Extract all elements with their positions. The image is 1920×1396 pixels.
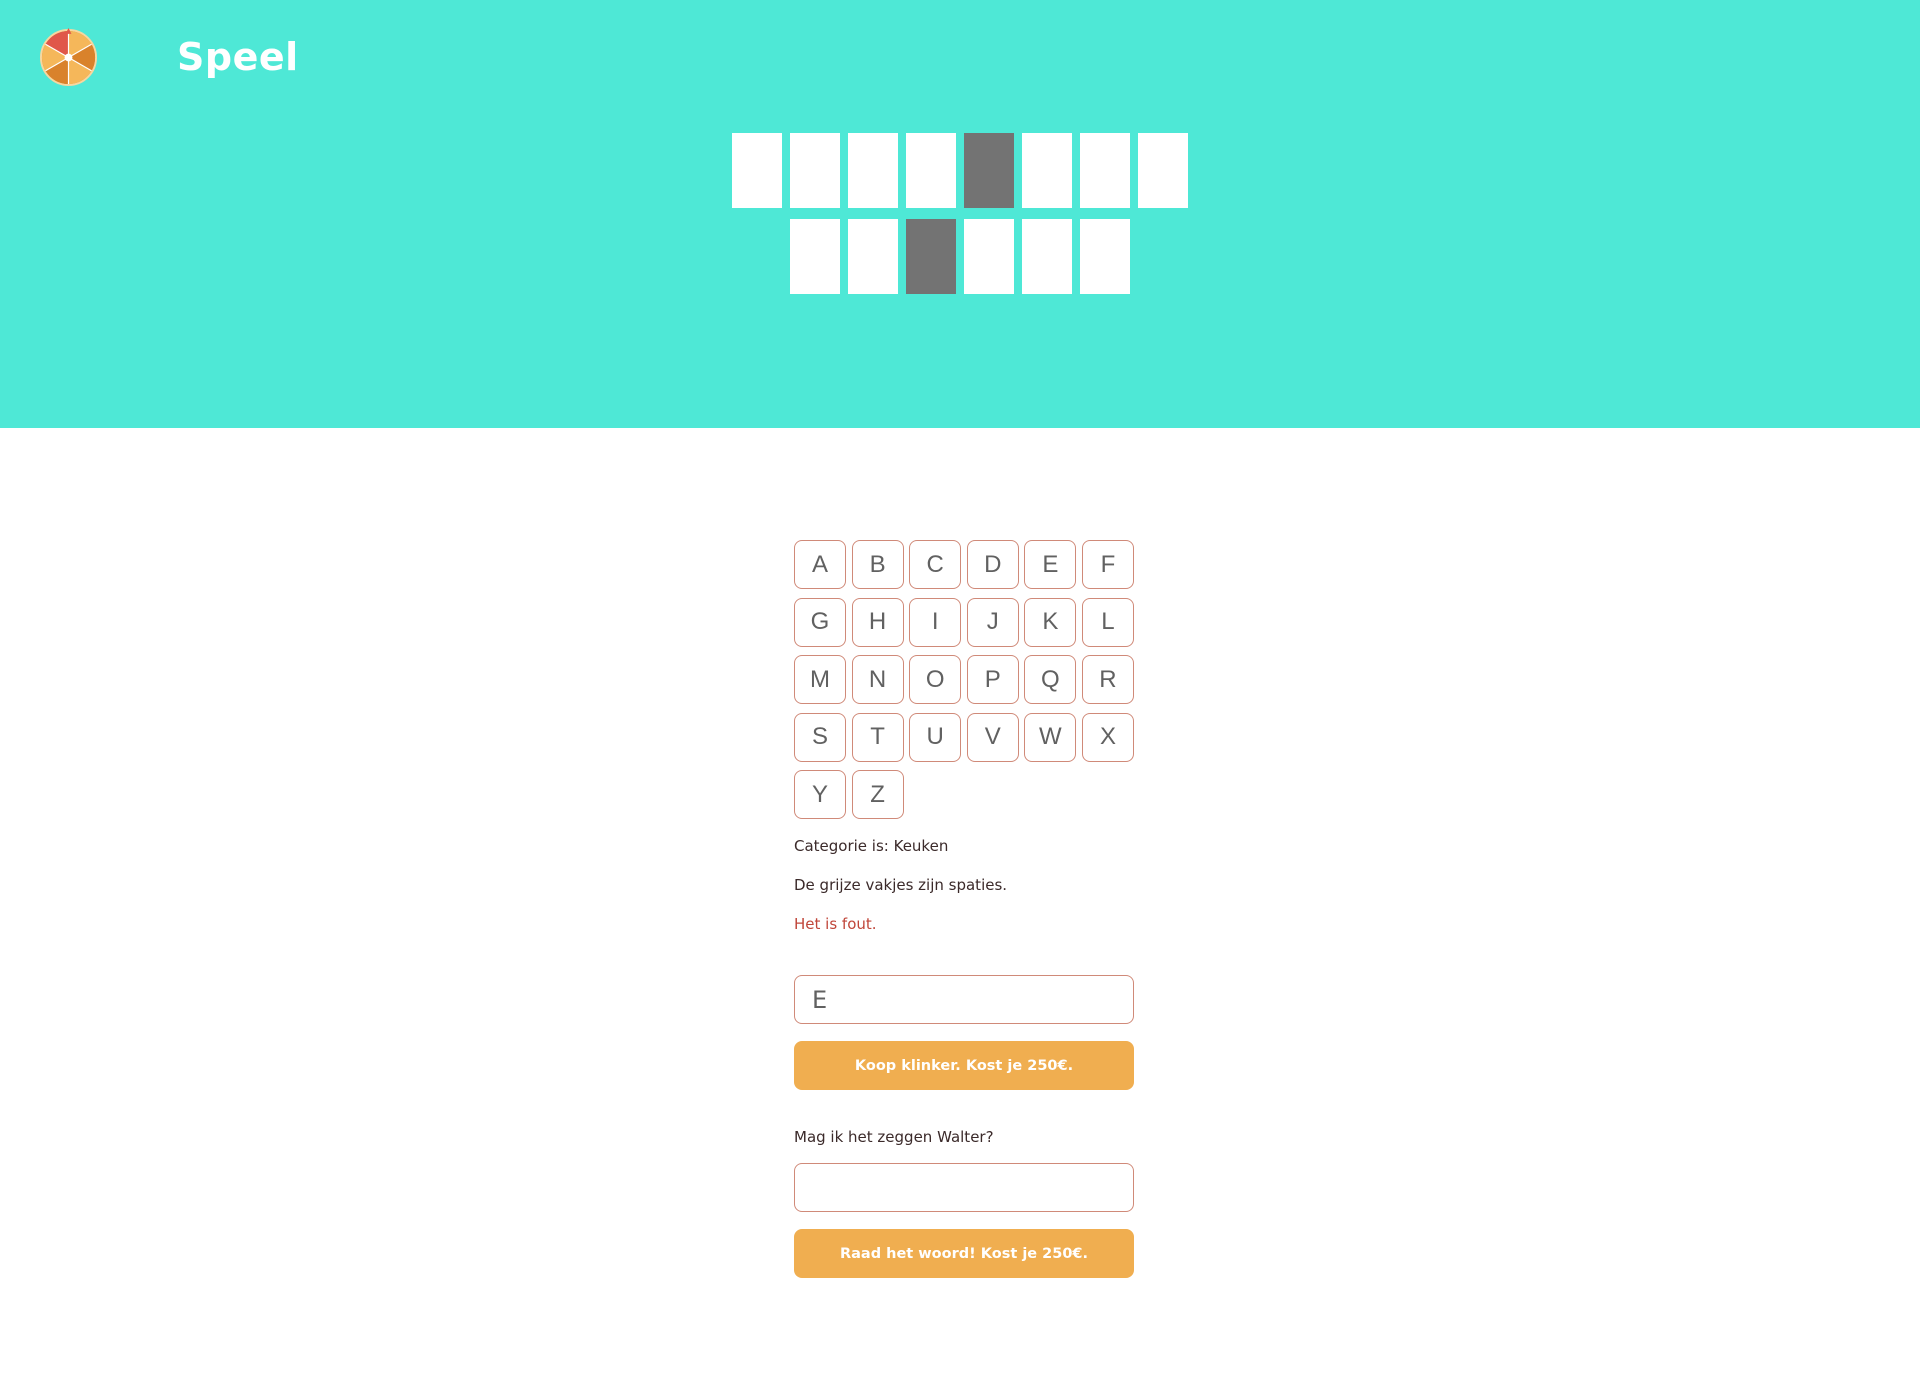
letter-key-g[interactable]: G (794, 597, 846, 647)
letter-key-j[interactable]: J (966, 597, 1019, 647)
letter-key-p[interactable]: P (966, 655, 1019, 705)
letter-tile (848, 219, 898, 294)
letter-key-z[interactable]: Z (851, 770, 904, 820)
wheel-of-fortune-icon[interactable] (39, 28, 98, 87)
feedback-message: Het is fout. (794, 915, 877, 934)
hero-banner: Speel (0, 0, 1920, 428)
spaces-hint: De grijze vakjes zijn spaties. (794, 876, 1008, 895)
letter-tile (1022, 219, 1072, 294)
guess-word-input[interactable] (794, 1163, 1134, 1213)
letter-key-y[interactable]: Y (794, 770, 846, 820)
letter-key-w[interactable]: W (1024, 712, 1077, 762)
letter-tile (790, 219, 840, 294)
letter-key-u[interactable]: U (909, 712, 962, 762)
letter-key-l[interactable]: L (1081, 597, 1134, 647)
letter-key-e[interactable]: E (1024, 540, 1077, 589)
letter-tile (1138, 133, 1188, 208)
letter-key-m[interactable]: M (794, 655, 846, 705)
letter-key-r[interactable]: R (1081, 655, 1134, 705)
letter-key-f[interactable]: F (1081, 540, 1134, 589)
space-tile (906, 219, 956, 294)
board-row (0, 133, 1920, 208)
buy-vowel-button[interactable]: Koop klinker. Kost je 250€. (794, 1041, 1134, 1091)
letter-key-b[interactable]: B (851, 540, 904, 589)
vowel-input[interactable] (794, 975, 1134, 1025)
letter-key-h[interactable]: H (851, 597, 904, 647)
guess-question: Mag ik het zeggen Walter? (794, 1128, 994, 1147)
letter-key-a[interactable]: A (794, 540, 846, 589)
letter-key-t[interactable]: T (851, 712, 904, 762)
category-label: Categorie is: Keuken (794, 837, 949, 856)
letter-key-i[interactable]: I (909, 597, 962, 647)
letter-key-k[interactable]: K (1024, 597, 1077, 647)
board-row (0, 219, 1920, 294)
letter-tile (848, 133, 898, 208)
puzzle-board (0, 133, 1920, 305)
letter-key-q[interactable]: Q (1024, 655, 1077, 705)
letter-key-o[interactable]: O (909, 655, 962, 705)
letter-tile (790, 133, 840, 208)
letter-tile (732, 133, 782, 208)
guess-word-button[interactable]: Raad het woord! Kost je 250€. (794, 1229, 1134, 1279)
letter-tile (964, 219, 1014, 294)
space-tile (964, 133, 1014, 208)
letter-key-n[interactable]: N (851, 655, 904, 705)
letter-tile (1080, 219, 1130, 294)
letter-key-s[interactable]: S (794, 712, 846, 762)
letter-key-d[interactable]: D (966, 540, 1019, 589)
letter-keyboard: ABCDEF GHIJKL MNOPQR STUVWX YZ (794, 540, 1134, 820)
letter-key-x[interactable]: X (1081, 712, 1134, 762)
page-title: Speel (177, 35, 299, 79)
letter-tile (906, 133, 956, 208)
letter-tile (1080, 133, 1130, 208)
letter-key-v[interactable]: V (966, 712, 1019, 762)
letter-tile (1022, 133, 1072, 208)
letter-key-c[interactable]: C (909, 540, 962, 589)
game-controls: ABCDEF GHIJKL MNOPQR STUVWX YZ Categorie is:… (794, 540, 1134, 1279)
